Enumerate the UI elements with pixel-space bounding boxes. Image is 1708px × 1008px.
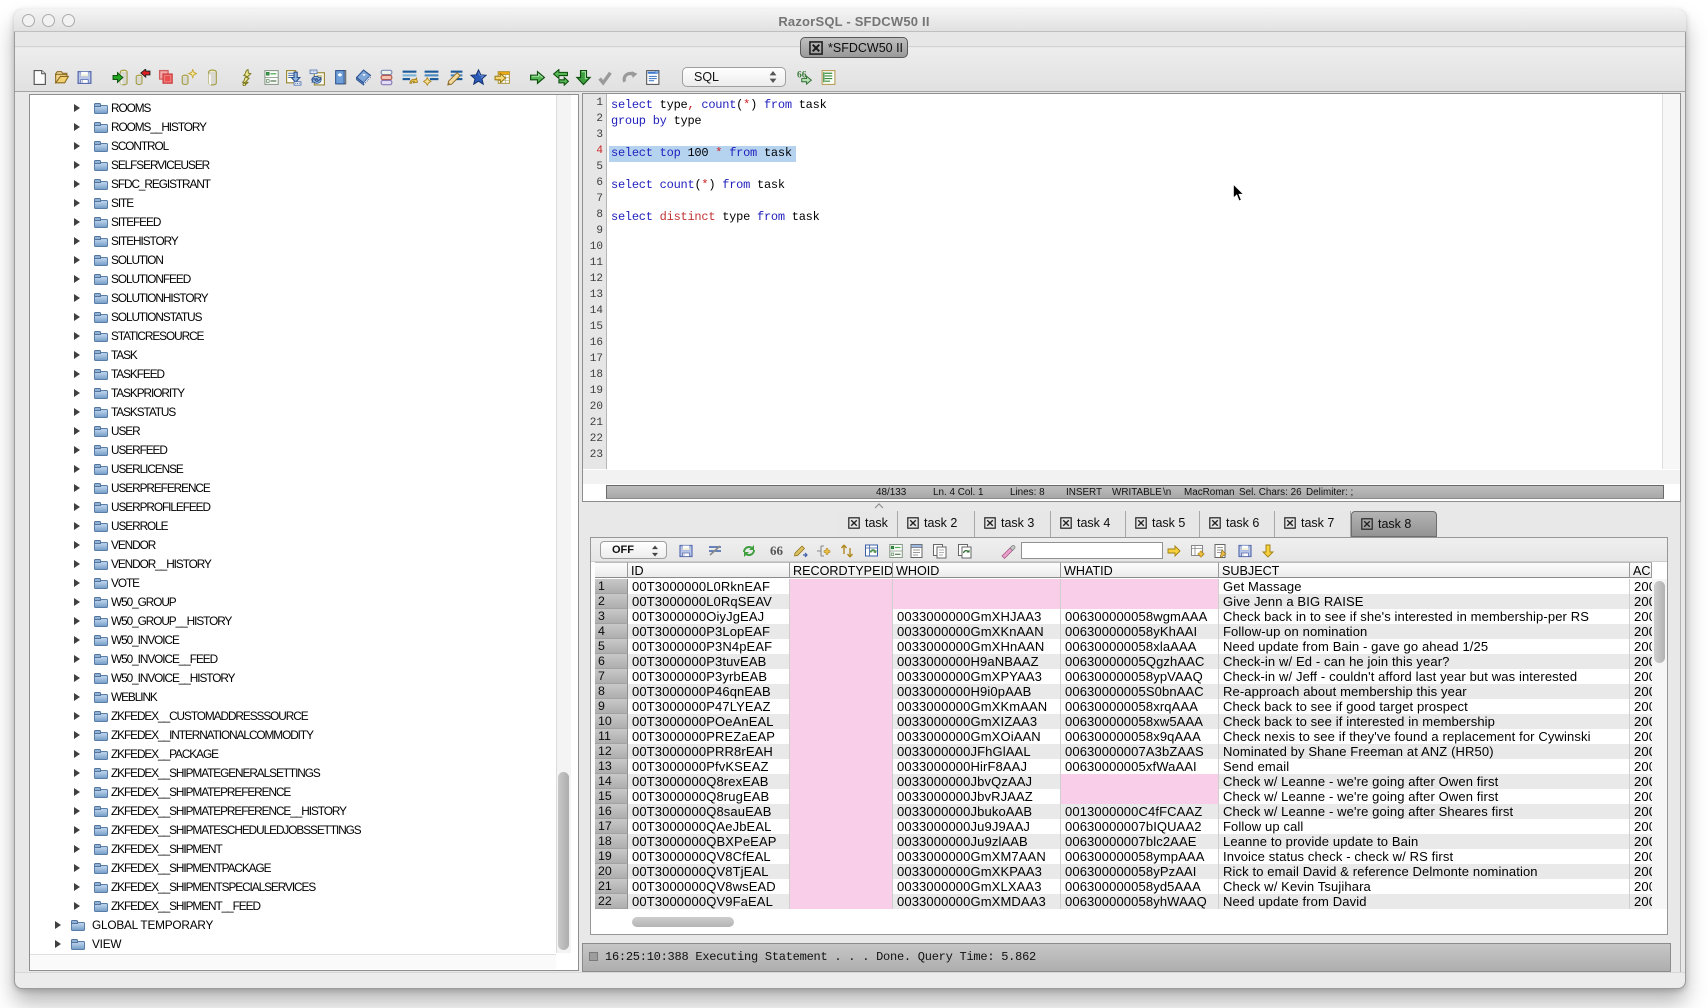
svg-text:66: 66 [770,543,784,558]
